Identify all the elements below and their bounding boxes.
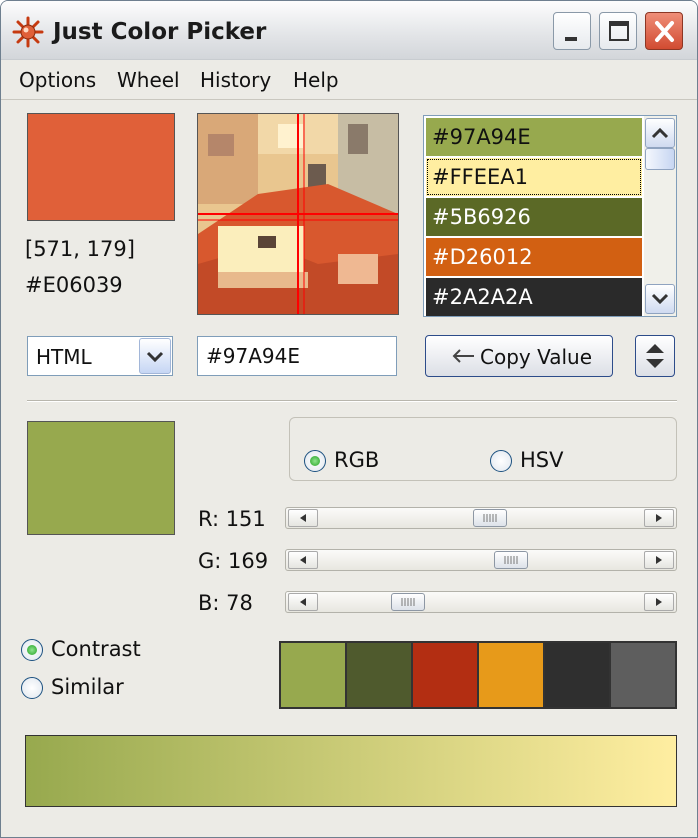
slider-thumb[interactable] — [391, 593, 425, 611]
green-slider[interactable] — [285, 549, 677, 571]
menu-options[interactable]: Options — [19, 68, 96, 92]
slider-right-button[interactable] — [644, 593, 674, 611]
format-select-value: HTML — [36, 345, 92, 369]
history-scrollbar[interactable] — [644, 116, 676, 316]
copy-value-label: Copy Value — [480, 345, 593, 369]
palette-swatch[interactable] — [479, 643, 543, 707]
arrow-left-icon — [300, 514, 306, 522]
magnified-image — [198, 114, 398, 314]
section-divider — [27, 400, 677, 402]
slider-thumb[interactable] — [473, 509, 507, 527]
picked-hex-value: #E06039 — [25, 273, 123, 297]
history-item[interactable]: #97A94E — [426, 118, 642, 156]
contrast-radio-label: Contrast — [51, 637, 141, 661]
chevron-down-icon — [146, 351, 164, 363]
slider-right-button[interactable] — [644, 509, 674, 527]
arrow-left-icon — [300, 556, 306, 564]
chevron-up-icon — [651, 127, 669, 139]
color-history-list[interactable]: #97A94E #FFEEA1 #5B6926 #D26012 #2A2A2A — [423, 115, 677, 317]
slider-left-button[interactable] — [288, 509, 318, 527]
grip-icon — [504, 556, 518, 564]
maximize-button[interactable] — [599, 12, 637, 50]
arrow-left-icon — [300, 598, 306, 606]
similar-radio-label: Similar — [51, 675, 124, 699]
minimize-button[interactable] — [553, 12, 591, 50]
arrow-left-icon — [452, 349, 474, 363]
arrow-right-icon — [656, 598, 662, 606]
hsv-radio[interactable] — [490, 450, 512, 472]
grip-icon — [483, 514, 497, 522]
history-item[interactable]: #5B6926 — [426, 198, 642, 236]
hsv-radio-label: HSV — [520, 448, 564, 472]
move-history-button[interactable] — [635, 335, 675, 377]
scroll-up-button[interactable] — [645, 118, 675, 148]
red-channel-label: R: 151 — [198, 507, 266, 531]
red-slider[interactable] — [285, 507, 677, 529]
history-item[interactable]: #2A2A2A — [426, 278, 642, 316]
chevron-down-icon — [651, 293, 669, 305]
cursor-coordinates: [571, 179] — [25, 237, 135, 261]
color-scheme-palette — [279, 641, 677, 709]
color-picker-icon — [12, 16, 44, 48]
similar-radio[interactable] — [21, 677, 43, 699]
close-icon — [655, 21, 674, 42]
slider-track — [285, 591, 677, 613]
gradient-bar[interactable] — [25, 735, 677, 807]
selected-color-swatch — [27, 421, 175, 535]
title-bar[interactable]: Just Color Picker — [1, 1, 697, 60]
slider-left-button[interactable] — [288, 551, 318, 569]
color-mode-group: RGB HSV — [289, 417, 677, 481]
palette-swatch[interactable] — [347, 643, 411, 707]
history-item[interactable]: #D26012 — [426, 238, 642, 276]
app-window: Just Color Picker Options Wheel History … — [0, 0, 698, 838]
menu-wheel[interactable]: Wheel — [117, 68, 180, 92]
slider-thumb[interactable] — [494, 551, 528, 569]
rgb-radio-label: RGB — [334, 448, 380, 472]
slider-left-button[interactable] — [288, 593, 318, 611]
blue-slider[interactable] — [285, 591, 677, 613]
palette-swatch[interactable] — [413, 643, 477, 707]
menu-help[interactable]: Help — [293, 68, 339, 92]
up-down-arrows-icon — [646, 344, 664, 368]
format-select[interactable]: HTML — [27, 336, 173, 376]
window-title: Just Color Picker — [53, 19, 267, 45]
arrow-right-icon — [656, 556, 662, 564]
scroll-thumb[interactable] — [645, 148, 675, 170]
scroll-down-button[interactable] — [645, 284, 675, 314]
color-value-input[interactable]: #97A94E — [197, 336, 397, 376]
close-button[interactable] — [645, 12, 683, 50]
palette-swatch[interactable] — [545, 643, 609, 707]
minimize-icon — [565, 37, 577, 41]
format-dropdown-button[interactable] — [139, 338, 171, 374]
maximize-icon — [609, 21, 629, 41]
palette-swatch[interactable] — [611, 643, 675, 707]
slider-track — [285, 549, 677, 571]
palette-swatch[interactable] — [281, 643, 345, 707]
arrow-right-icon — [656, 514, 662, 522]
zoom-magnifier[interactable] — [197, 113, 399, 315]
blue-channel-label: B: 78 — [198, 591, 253, 615]
picked-color-swatch — [27, 113, 175, 221]
grip-icon — [401, 598, 415, 606]
slider-right-button[interactable] — [644, 551, 674, 569]
copy-value-button[interactable]: Copy Value — [425, 335, 613, 377]
history-item-selected[interactable]: #FFEEA1 — [426, 158, 642, 196]
rgb-radio[interactable] — [304, 450, 326, 472]
contrast-radio[interactable] — [21, 639, 43, 661]
menu-bar: Options Wheel History Help — [1, 59, 697, 100]
menu-history[interactable]: History — [200, 68, 271, 92]
green-channel-label: G: 169 — [198, 549, 269, 573]
